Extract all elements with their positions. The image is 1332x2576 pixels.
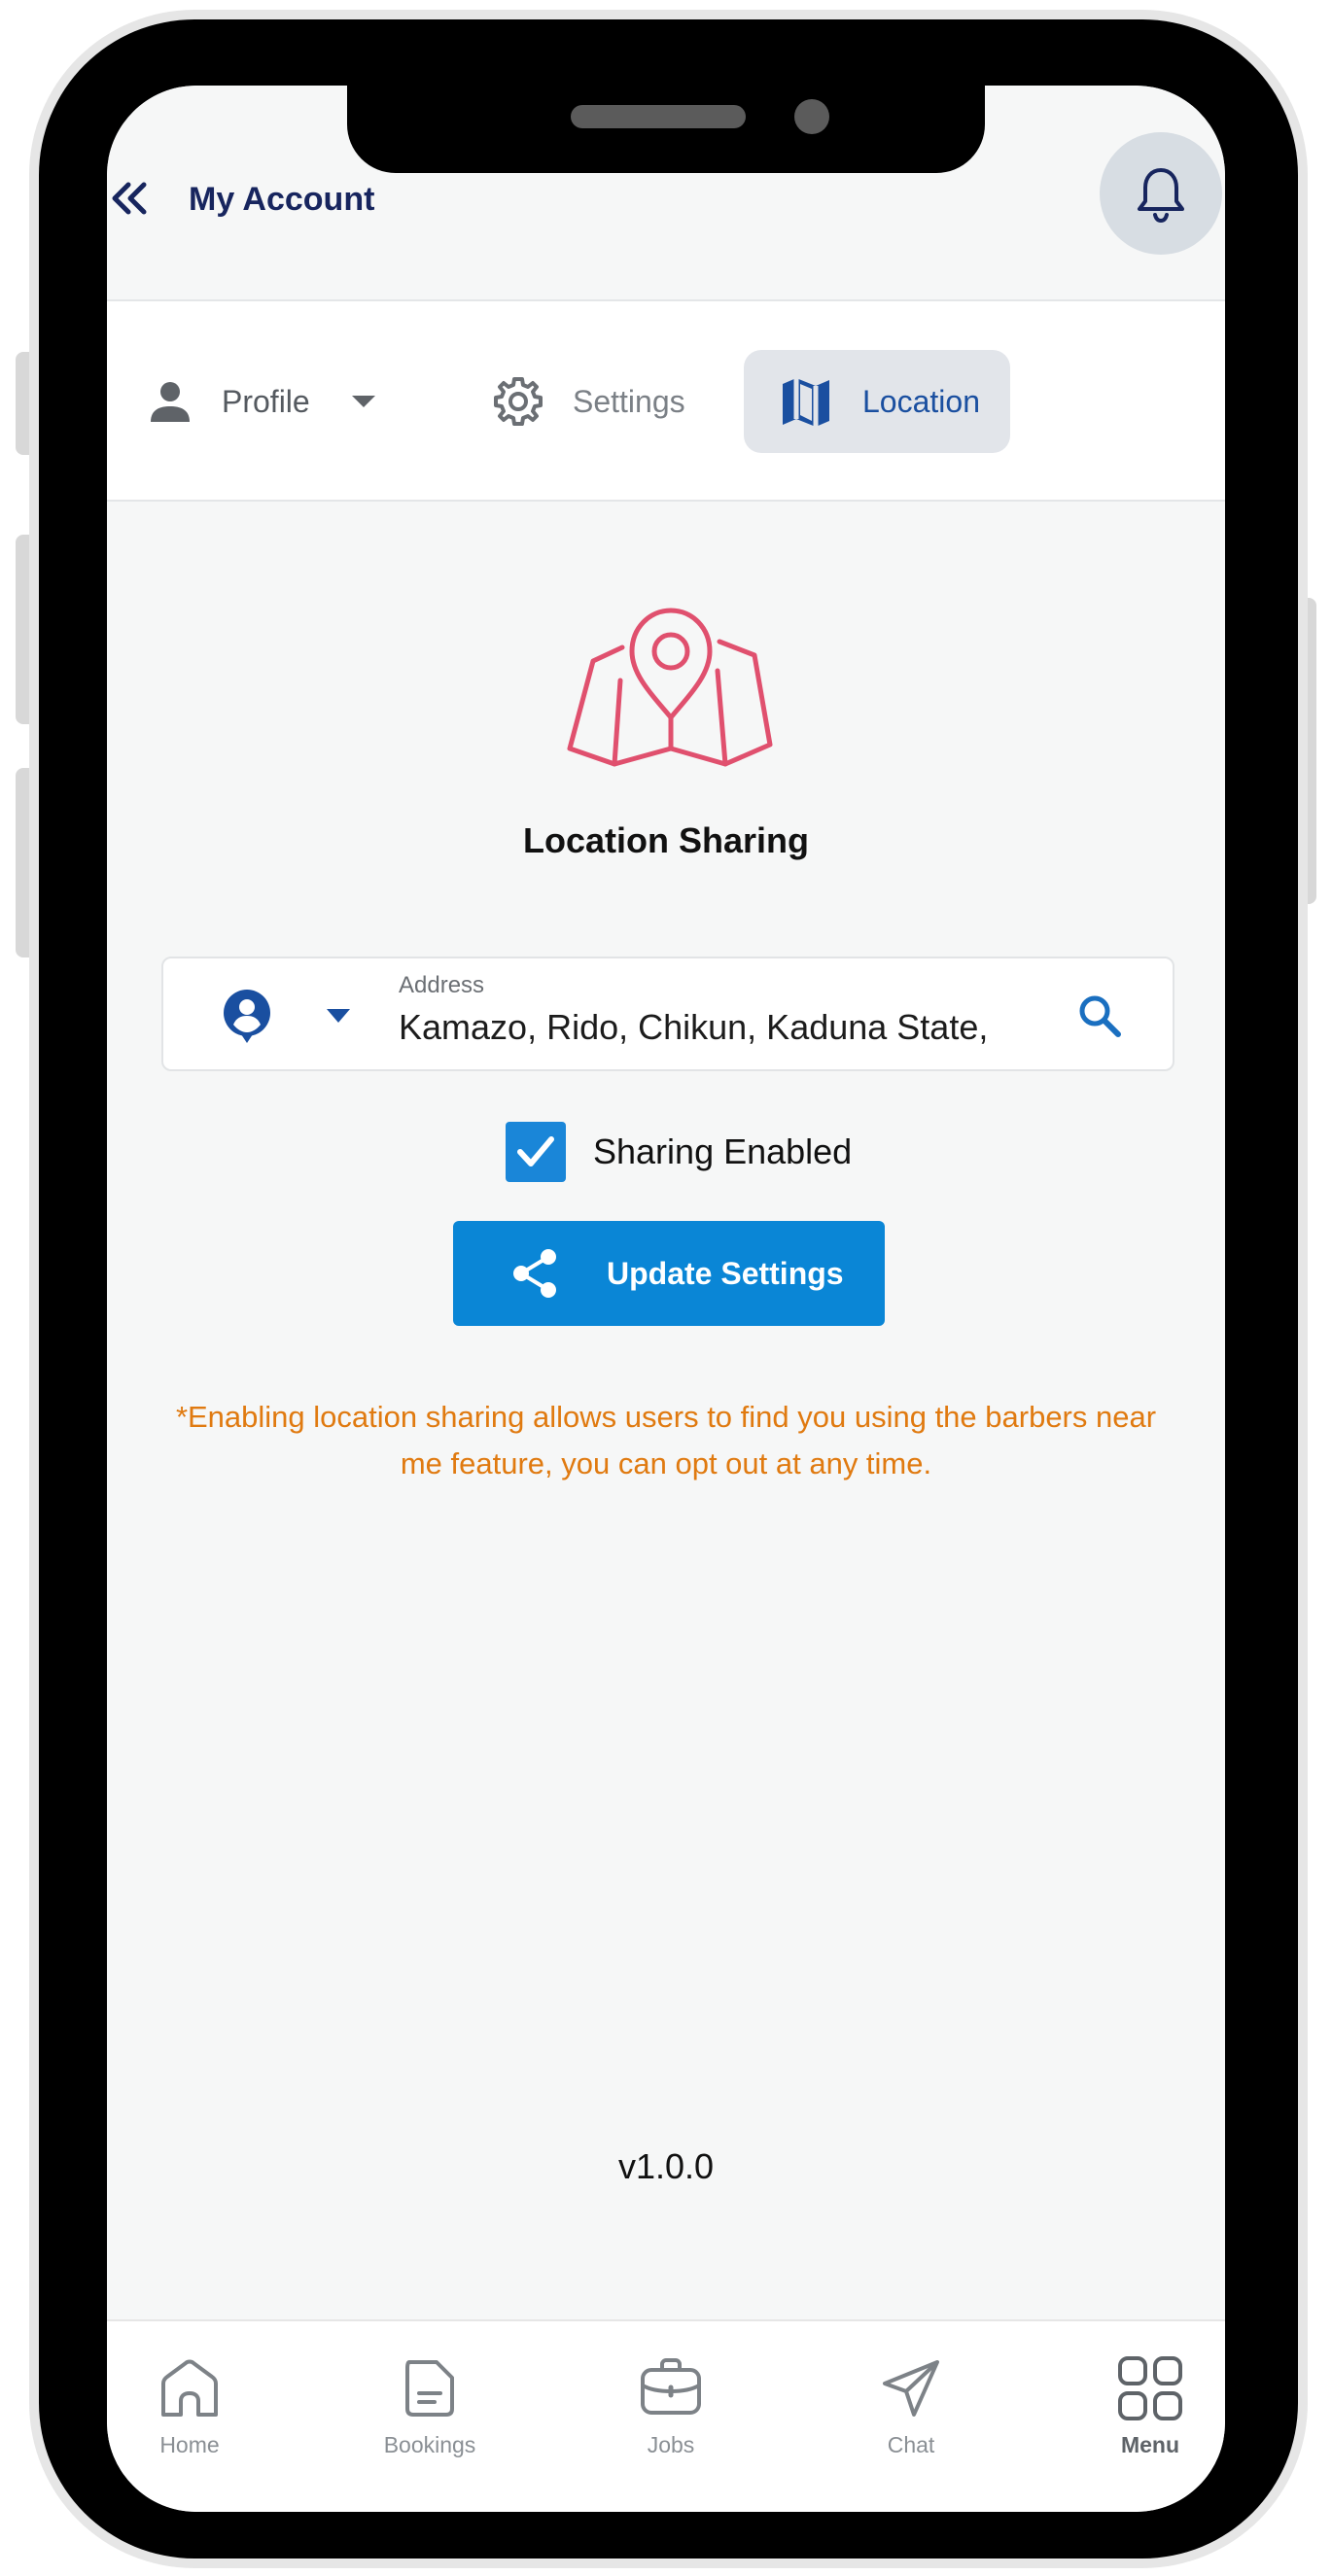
send-icon (883, 2360, 939, 2417)
nav-bookings[interactable]: Bookings (352, 2354, 508, 2458)
grid-icon (1118, 2356, 1182, 2420)
nav-bookings-label: Bookings (383, 2432, 476, 2457)
tab-profile[interactable]: Profile (146, 350, 418, 453)
briefcase-icon (641, 2358, 701, 2415)
update-settings-label: Update Settings (607, 1255, 844, 1291)
page-title: My Account (189, 181, 375, 218)
map-pin-illustration-icon (567, 608, 773, 767)
home-icon (161, 2359, 218, 2417)
section-title: Location Sharing (522, 820, 809, 860)
speaker (571, 105, 746, 128)
address-label: Address (399, 972, 485, 998)
front-camera (794, 99, 829, 134)
address-input[interactable]: Kamazo, Rido, Chikun, Kaduna State, (399, 1007, 1021, 1048)
nav-home[interactable]: Home (112, 2354, 267, 2458)
nav-chat[interactable]: Chat (833, 2354, 989, 2458)
nav-chat-label: Chat (887, 2432, 935, 2457)
map-icon (783, 378, 829, 427)
account-circle-icon (224, 990, 270, 1043)
share-icon (513, 1249, 556, 1298)
tab-location-label: Location (862, 383, 980, 419)
tab-location[interactable]: Location (744, 350, 1010, 453)
gear-icon (494, 377, 543, 426)
nav-menu[interactable]: Menu (1072, 2354, 1225, 2458)
tab-settings[interactable]: Settings (491, 350, 724, 453)
sharing-enabled-checkbox[interactable] (506, 1122, 566, 1182)
update-settings-button[interactable]: Update Settings (453, 1221, 885, 1326)
nav-menu-label: Menu (1120, 2432, 1180, 2457)
checkmark-icon (517, 1136, 554, 1166)
sharing-enabled-label: Sharing Enabled (593, 1131, 853, 1171)
double-chevron-left-icon (112, 182, 147, 215)
caret-down-icon (351, 396, 375, 407)
nav-jobs-label: Jobs (647, 2432, 695, 2457)
nav-home-label: Home (159, 2432, 220, 2457)
tab-profile-label: Profile (222, 383, 310, 419)
account-tabs: Profile Settings Location (107, 301, 1225, 502)
nav-jobs[interactable]: Jobs (593, 2354, 749, 2458)
bell-icon (1138, 168, 1184, 224)
person-icon (151, 382, 190, 422)
document-icon (405, 2360, 454, 2417)
app-version: v1.0.0 (617, 2146, 715, 2186)
search-icon[interactable] (1075, 992, 1124, 1040)
location-sharing-note: *Enabling location sharing allows users … (175, 1400, 1157, 1480)
tab-settings-label: Settings (573, 383, 685, 419)
bottom-navigation: Home Bookings Jobs Chat Menu (107, 2319, 1225, 2512)
phone-notch (347, 84, 985, 173)
back-button[interactable] (107, 175, 154, 222)
address-field[interactable]: Address Kamazo, Rido, Chikun, Kaduna Sta… (161, 957, 1174, 1071)
notifications-button[interactable] (1100, 132, 1222, 255)
address-type-dropdown[interactable] (325, 1007, 352, 1025)
app-screen: My Account Profile Settings Location Loc… (107, 86, 1225, 2512)
